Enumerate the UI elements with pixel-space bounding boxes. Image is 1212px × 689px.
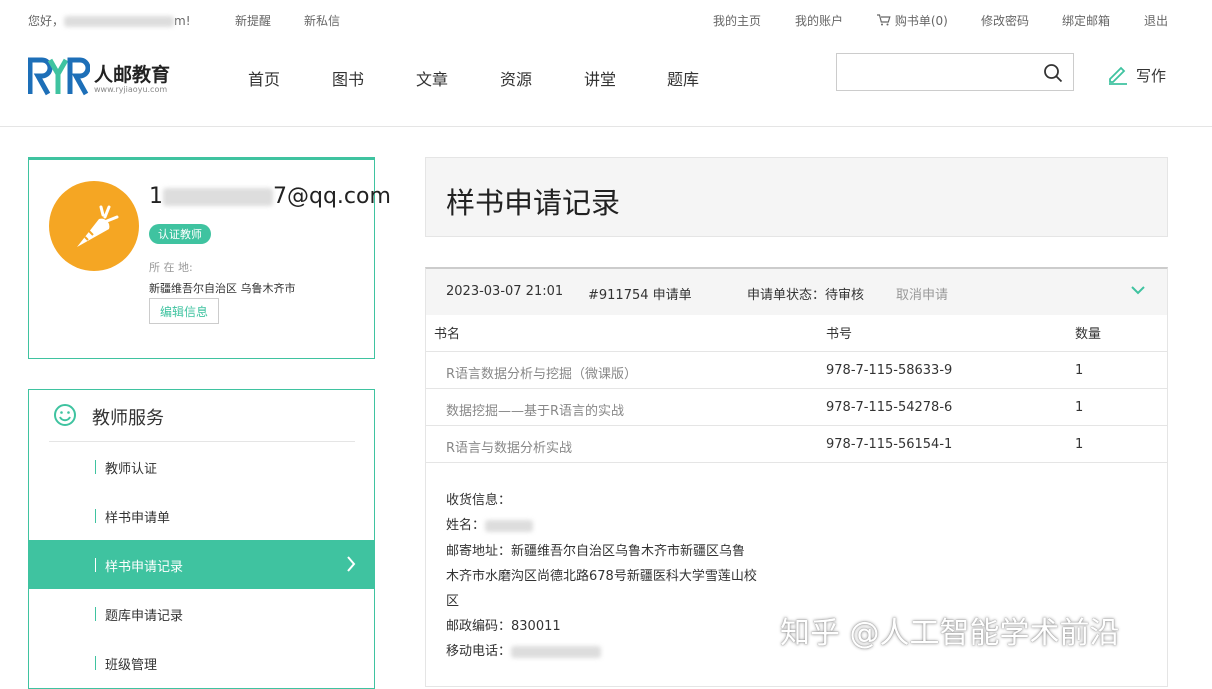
menu-question-bank-history[interactable]: 题库申请记录 (29, 589, 374, 638)
page-title-box: 样书申请记录 (425, 157, 1168, 237)
menu-bullet (95, 509, 96, 523)
cart-icon (877, 14, 891, 26)
bind-email-link[interactable]: 绑定邮箱 (1062, 12, 1110, 29)
blurred-username (163, 188, 273, 206)
menu-class-management[interactable]: 班级管理 (29, 638, 374, 687)
shipping-address-line3: 区 (446, 594, 460, 609)
shipping-address-line2: 木齐市水磨沟区尚德北路678号新疆医科大学雪莲山校 (446, 569, 757, 584)
nav-home[interactable]: 首页 (248, 66, 280, 90)
location-value: 新疆维吾尔自治区 乌鲁木齐市 (149, 282, 296, 295)
column-header-quantity: 数量 (1075, 327, 1102, 342)
nav-resources[interactable]: 资源 (500, 66, 532, 90)
new-notice-link[interactable]: 新提醒 (235, 12, 271, 29)
menu-sample-request-history[interactable]: 样书申请记录 (29, 540, 374, 589)
search-input[interactable] (843, 62, 1037, 84)
logo-text: 人邮教育 (94, 64, 171, 86)
book-quantity: 1 (1075, 363, 1084, 378)
greeting: 您好， m! (28, 14, 191, 28)
location-label: 所 在 地: (149, 261, 193, 274)
menu-bullet (95, 460, 96, 474)
shipping-name: 姓名： (446, 514, 534, 533)
watermark: 知乎 @人工智能学术前沿 (780, 616, 1120, 651)
menu-bullet (95, 656, 96, 670)
profile-card: 1 7@qq.com 认证教师 所 在 地: 新疆维吾尔自治区 乌鲁木齐市 编辑信… (28, 157, 391, 359)
blurred-phone (511, 645, 602, 658)
book-quantity: 1 (1075, 437, 1084, 452)
logo-mark-icon (28, 57, 90, 96)
profile-username: 1 7@qq.com (149, 184, 391, 209)
change-password-link[interactable]: 修改密码 (981, 12, 1029, 29)
site-logo[interactable]: 人邮教育 www.ryjiaoyu.com (28, 56, 178, 96)
cart-link[interactable]: 购书单(0) (877, 12, 948, 29)
table-row: R语言数据分析与挖掘（微课版） 978-7-115-58633-9 1 (426, 351, 1167, 388)
carrot-icon (77, 205, 119, 247)
book-isbn: 978-7-115-58633-9 (826, 363, 953, 378)
pencil-icon (1109, 66, 1127, 85)
shipping-address-line1: 邮寄地址：新疆维吾尔自治区乌鲁木齐市新疆区乌鲁 (446, 544, 746, 559)
shipping-phone: 移动电话： (446, 640, 602, 659)
book-isbn: 978-7-115-56154-1 (826, 437, 953, 452)
teacher-service-panel: 教师服务 教师认证 样书申请单 样书申请记录 题库申请记录 班级管理 (28, 389, 375, 689)
column-header-isbn: 书号 (826, 327, 853, 342)
nav-question-bank[interactable]: 题库 (667, 66, 699, 90)
record-order-no: #911754 申请单 (588, 288, 692, 303)
nav-lectures[interactable]: 讲堂 (584, 66, 616, 90)
record-header[interactable]: 2023-03-07 21:01 #911754 申请单 申请单状态：待审核 取… (426, 269, 1167, 315)
my-home-link[interactable]: 我的主页 (713, 12, 761, 29)
book-quantity: 1 (1075, 400, 1084, 415)
verified-teacher-badge: 认证教师 (149, 224, 211, 244)
menu-bullet (95, 607, 96, 621)
service-title: 教师服务 (92, 408, 164, 429)
page-title: 样书申请记录 (446, 186, 621, 220)
book-title-link[interactable]: R语言与数据分析实战 (446, 437, 572, 456)
book-title-link[interactable]: 数据挖掘——基于R语言的实战 (446, 400, 624, 419)
book-isbn: 978-7-115-54278-6 (826, 400, 953, 415)
new-message-link[interactable]: 新私信 (304, 12, 340, 29)
menu-sample-request[interactable]: 样书申请单 (29, 491, 374, 540)
blurred-email (64, 16, 175, 27)
top-bar: 您好， m! 新提醒 新私信 我的主页 我的账户 购书单(0) 修改密码 绑定邮箱… (0, 0, 1212, 38)
nav-books[interactable]: 图书 (332, 66, 364, 90)
record-date: 2023-03-07 21:01 (446, 284, 564, 299)
search-icon[interactable] (1043, 63, 1063, 83)
chevron-down-icon[interactable] (1130, 285, 1146, 295)
logo-subtitle: www.ryjiaoyu.com (94, 85, 168, 94)
shipping-label: 收货信息： (446, 493, 512, 508)
book-title-link[interactable]: R语言数据分析与挖掘（微课版） (446, 363, 637, 382)
edit-profile-button[interactable]: 编辑信息 (149, 298, 219, 324)
my-account-link[interactable]: 我的账户 (795, 12, 843, 29)
nav-articles[interactable]: 文章 (416, 66, 448, 90)
site-header: 人邮教育 www.ryjiaoyu.com 首页 图书 文章 资源 讲堂 题库 … (0, 38, 1212, 127)
menu-teacher-certification[interactable]: 教师认证 (29, 442, 374, 491)
record-status: 申请单状态：待审核 (747, 288, 865, 303)
blurred-name (485, 519, 534, 532)
chevron-right-icon (347, 556, 356, 572)
search-box (836, 53, 1074, 91)
avatar[interactable] (49, 181, 139, 271)
table-row: 数据挖掘——基于R语言的实战 978-7-115-54278-6 1 (426, 388, 1167, 425)
column-header-title: 书名 (434, 327, 461, 342)
logout-link[interactable]: 退出 (1144, 12, 1168, 29)
shipping-postcode: 邮政编码：830011 (446, 619, 561, 634)
table-row: R语言与数据分析实战 978-7-115-56154-1 1 (426, 425, 1167, 463)
cancel-request-link[interactable]: 取消申请 (896, 284, 948, 303)
smile-icon (54, 404, 76, 426)
service-header: 教师服务 (49, 390, 355, 442)
menu-bullet (95, 558, 96, 572)
